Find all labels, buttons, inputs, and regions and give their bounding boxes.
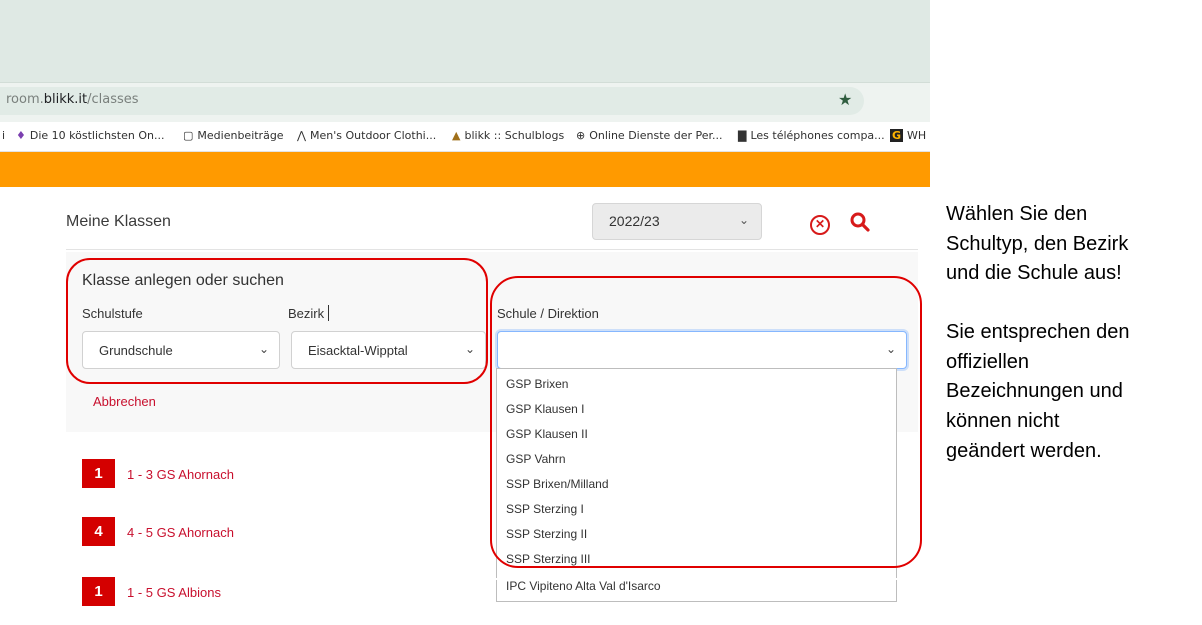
bookmark-label: Die 10 köstlichsten On... — [29, 129, 165, 142]
bookmark-favicon-icon: G — [890, 129, 904, 142]
bookmark-favicon-icon: ▲ — [452, 129, 461, 142]
school-year-value: 2022/23 — [609, 213, 660, 229]
note-line: Wählen Sie den — [946, 203, 1088, 225]
search-icon[interactable] — [848, 210, 872, 239]
bookmark-favicon-icon: ▇ — [738, 129, 747, 142]
bookmark-item[interactable]: ⊕ Online Dienste der Per... — [576, 129, 723, 142]
bookmark-favicon-icon: ⋀ — [297, 129, 307, 142]
school-year-select[interactable]: 2022/23 ⌄ — [592, 203, 762, 240]
bookmark-label: Men's Outdoor Clothi... — [310, 129, 437, 142]
bookmark-star-icon[interactable]: ★ — [838, 90, 852, 110]
bookmark-label: Medienbeiträge — [197, 129, 284, 142]
bookmark-label: blikk :: Schulblogs — [464, 129, 565, 142]
note-line: offiziellen — [946, 351, 1030, 373]
bookmark-item[interactable]: ▢ Medienbeiträge — [183, 129, 284, 142]
class-badge: 1 — [82, 459, 115, 488]
bookmark-item[interactable]: G WH — [890, 129, 926, 142]
class-link[interactable]: 1 - 5 GS Albions — [127, 585, 221, 600]
class-link[interactable]: 4 - 5 GS Ahornach — [127, 525, 234, 540]
folder-icon: ▢ — [183, 129, 194, 142]
browser-tab-strip — [0, 0, 930, 82]
note-line: Bezeichnungen und — [946, 380, 1123, 402]
bookmark-label: Online Dienste der Per... — [589, 129, 723, 142]
globe-icon: ⊕ — [576, 129, 586, 142]
chevron-down-icon: ⌄ — [738, 213, 749, 227]
bookmark-item[interactable]: ▇ Les téléphones compa... — [738, 129, 885, 142]
url-domain: blikk.it — [43, 92, 88, 107]
bookmark-label: WH — [907, 129, 927, 142]
url-text[interactable]: room.blikk.it/classes — [6, 92, 139, 107]
bookmark-label: Les téléphones compa... — [750, 129, 885, 142]
header-divider — [66, 249, 918, 250]
close-circle-icon[interactable]: ✕ — [810, 215, 830, 235]
bookmark-label: i — [2, 129, 6, 142]
highlight-form-fields — [66, 258, 488, 384]
site-top-bar — [0, 152, 930, 187]
highlight-school-list — [490, 276, 922, 568]
note-line: Sie entsprechen den — [946, 321, 1130, 343]
url-prefix: room. — [6, 92, 44, 107]
dropdown-option[interactable]: IPC Vipiteno Alta Val d'Isarco — [506, 579, 661, 593]
note-line: Schultyp, den Bezirk — [946, 233, 1129, 255]
bookmark-item[interactable]: i — [2, 129, 5, 142]
screenshot-stage: room.blikk.it/classes ★ i ♦ Die 10 köstli… — [0, 0, 1202, 625]
class-badge: 1 — [82, 577, 115, 606]
note-line: geändert werden. — [946, 440, 1102, 462]
note-line: und die Schule aus! — [946, 262, 1122, 284]
class-link[interactable]: 1 - 3 GS Ahornach — [127, 467, 234, 482]
class-badge: 4 — [82, 517, 115, 546]
bookmark-item[interactable]: ⋀ Men's Outdoor Clothi... — [297, 129, 436, 142]
url-path: /classes — [87, 92, 139, 107]
cancel-link[interactable]: Abbrechen — [93, 394, 156, 409]
bookmark-item[interactable]: ▲ blikk :: Schulblogs — [452, 129, 564, 142]
bookmark-favicon-icon: ♦ — [16, 129, 26, 142]
bookmark-item[interactable]: ♦ Die 10 köstlichsten On... — [16, 129, 164, 142]
note-line: können nicht — [946, 410, 1060, 432]
page-title: Meine Klassen — [66, 213, 171, 230]
